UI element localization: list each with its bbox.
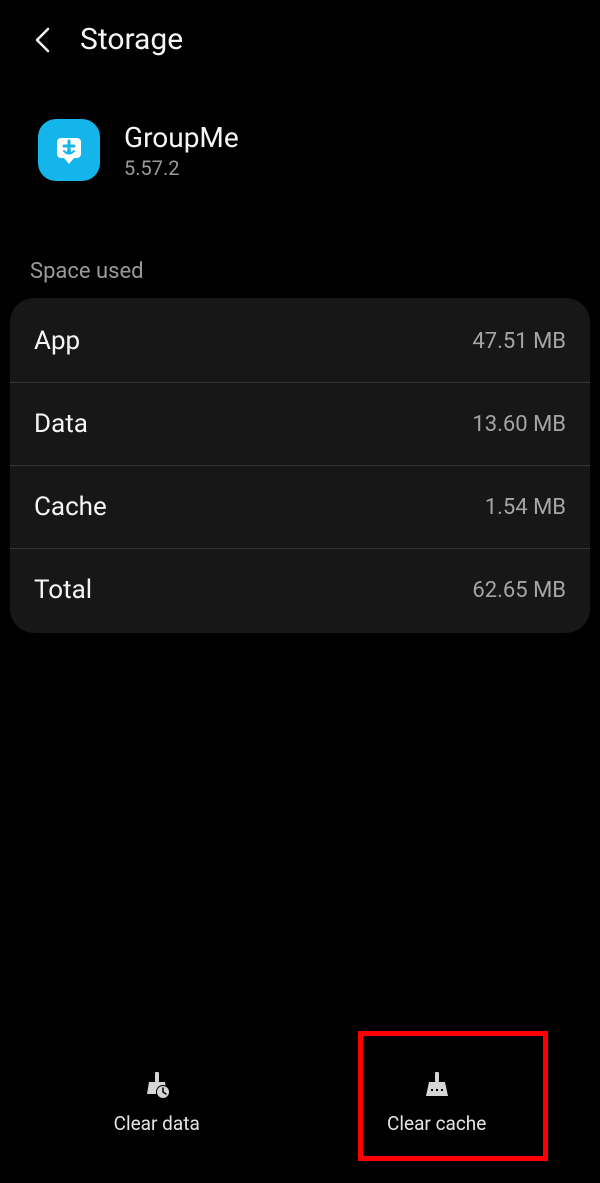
clear-data-button[interactable]: Clear data bbox=[84, 1060, 230, 1145]
row-label: Data bbox=[34, 409, 88, 439]
clear-cache-label: Clear cache bbox=[387, 1112, 486, 1135]
clear-cache-button[interactable]: Clear cache bbox=[357, 1060, 516, 1145]
row-label: App bbox=[34, 326, 80, 356]
row-value: 13.60 MB bbox=[472, 412, 566, 437]
header: Storage bbox=[0, 0, 600, 79]
storage-row-app: App 47.51 MB bbox=[10, 300, 590, 383]
app-name: GroupMe bbox=[124, 121, 239, 154]
row-value: 47.51 MB bbox=[472, 329, 566, 354]
clear-data-label: Clear data bbox=[114, 1112, 200, 1135]
broom-data-icon bbox=[141, 1070, 173, 1102]
bottom-bar: Clear data Clear cache bbox=[0, 1060, 600, 1145]
row-value: 1.54 MB bbox=[485, 495, 566, 520]
storage-card: App 47.51 MB Data 13.60 MB Cache 1.54 MB… bbox=[10, 298, 590, 633]
row-value: 62.65 MB bbox=[472, 578, 566, 603]
storage-row-cache: Cache 1.54 MB bbox=[10, 466, 590, 549]
app-icon bbox=[38, 119, 100, 181]
back-icon[interactable] bbox=[28, 26, 56, 54]
row-label: Total bbox=[34, 575, 92, 605]
section-label: Space used bbox=[0, 201, 600, 298]
app-info: GroupMe 5.57.2 bbox=[0, 79, 600, 201]
storage-row-data: Data 13.60 MB bbox=[10, 383, 590, 466]
broom-cache-icon bbox=[421, 1070, 453, 1102]
app-version: 5.57.2 bbox=[124, 156, 239, 180]
page-title: Storage bbox=[80, 22, 183, 57]
row-label: Cache bbox=[34, 492, 107, 522]
storage-row-total: Total 62.65 MB bbox=[10, 549, 590, 631]
app-text: GroupMe 5.57.2 bbox=[124, 121, 239, 180]
